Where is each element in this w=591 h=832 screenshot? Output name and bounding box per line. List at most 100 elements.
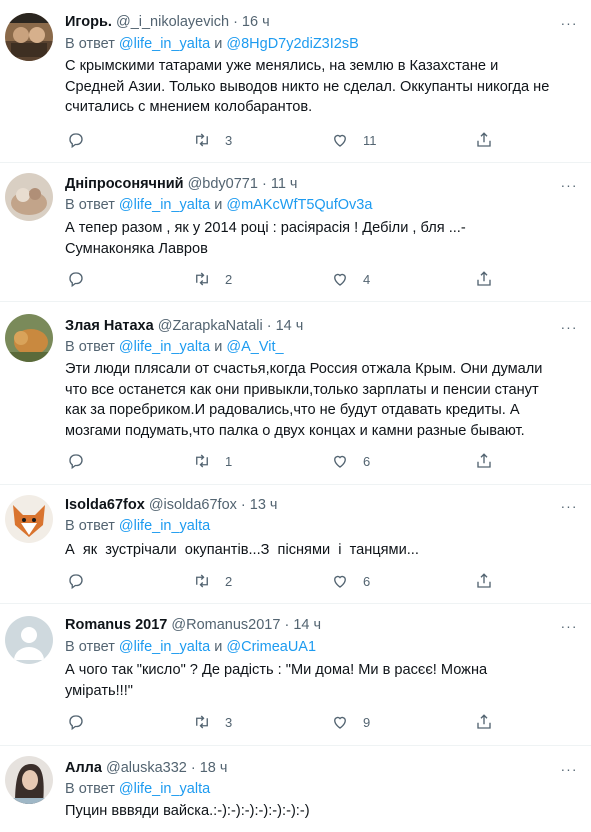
user-handle[interactable]: @_i_nikolayevich [116,14,229,30]
more-icon[interactable]: ··· [559,16,579,32]
share-icon [477,132,491,147]
tweet-header: Romanus 2017 @Romanus2017 · 14 ч [65,616,321,634]
like-button[interactable]: 6 [331,571,370,591]
tweet-header: Дніпросонячний @bdy0771 · 11 ч [65,175,297,193]
avatar[interactable] [5,616,53,664]
retweet-icon [196,454,208,468]
retweet-count: 3 [225,132,233,148]
share-button[interactable] [475,269,493,289]
user-handle[interactable]: @ZarapkaNatali [158,318,263,334]
retweet-button[interactable]: 2 [193,269,232,289]
tweet[interactable]: Дніпросонячний @bdy0771 · 11 ч ··· В отв… [0,163,591,302]
user-handle[interactable]: @bdy0771 [188,176,258,192]
tweet-time[interactable]: · 13 ч [241,497,278,513]
retweet-icon [196,272,208,286]
tweet-time[interactable]: · 14 ч [284,617,321,633]
reply-icon [69,133,83,149]
reply-button[interactable] [67,451,85,471]
retweet-icon [196,133,208,147]
tweet-header: Игорь. @_i_nikolayevich · 16 ч [65,13,270,31]
reply-button[interactable] [67,712,85,732]
like-button[interactable]: 11 [331,130,377,150]
reply-user-link[interactable]: @life_in_yalta [119,639,210,655]
retweet-button[interactable]: 1 [193,451,232,471]
avatar-image [5,314,53,362]
reply-user-link[interactable]: @A_Vit_ [226,339,283,355]
share-icon [477,271,491,286]
like-count: 6 [363,453,371,469]
more-icon[interactable]: ··· [559,320,579,336]
reply-icon [69,574,83,590]
tweet[interactable]: Romanus 2017 @Romanus2017 · 14 ч ··· В о… [0,604,591,746]
avatar-image [5,616,53,664]
tweet-time[interactable]: · 18 ч [191,760,228,776]
retweet-button[interactable]: 3 [193,712,232,732]
like-icon [334,455,346,468]
retweet-count: 3 [225,714,233,730]
reply-user-link[interactable]: @life_in_yalta [119,36,210,52]
user-name[interactable]: Злая Натаха [65,318,154,334]
tweet-text: Пуцин вввяди вайска.:-):-):-):-):-):-):-… [65,803,310,819]
avatar[interactable] [5,314,53,362]
more-icon[interactable]: ··· [559,178,579,194]
reply-user-link[interactable]: @life_in_yalta [119,339,210,355]
share-button[interactable] [475,712,493,732]
reply-user-link[interactable]: @life_in_yalta [119,781,210,797]
tweet-header: Алла @aluska332 · 18 ч [65,759,227,777]
tweet[interactable]: Игорь. @_i_nikolayevich · 16 ч ··· В отв… [0,0,591,163]
tweet-actions: 2 4 [65,269,505,289]
like-button[interactable]: 4 [331,269,370,289]
like-button[interactable]: 6 [331,451,370,471]
retweet-count: 1 [225,453,233,469]
reply-user-link[interactable]: @8HgD7y2diZ3I2sB [226,36,358,52]
tweet-text: С крымскими татарами уже менялись, на зе… [65,58,550,115]
share-button[interactable] [475,571,493,591]
like-count: 6 [363,573,371,589]
avatar[interactable] [5,13,53,61]
avatar[interactable] [5,756,53,804]
reply-button[interactable] [67,269,85,289]
reply-user-link[interactable]: @mAKcWfT5QufOv3a [226,197,372,213]
tweet-time[interactable]: · 16 ч [233,14,270,30]
user-name[interactable]: Isolda67fox [65,497,145,513]
user-name[interactable]: Алла [65,760,102,776]
tweet-time[interactable]: · 14 ч [267,318,304,334]
tweet-time[interactable]: · 11 ч [262,176,298,192]
reply-context: В ответ @life_in_yalta и @mAKcWfT5QufOv3… [65,197,373,213]
avatar-image [5,13,53,61]
tweet[interactable]: Злая Натаха @ZarapkaNatali · 14 ч ··· В … [0,302,591,485]
user-name[interactable]: Игорь. [65,14,112,30]
user-name[interactable]: Дніпросонячний [65,176,184,192]
user-handle[interactable]: @aluska332 [106,760,187,776]
reply-user-link[interactable]: @life_in_yalta [119,518,210,534]
user-handle[interactable]: @isolda67fox [149,497,237,513]
avatar-image [5,173,53,221]
retweet-button[interactable]: 2 [193,571,232,591]
retweet-icon [196,715,208,729]
tweet-actions: 3 9 [65,712,505,732]
reply-icon [69,454,83,470]
user-handle[interactable]: @Romanus2017 [171,617,280,633]
reply-button[interactable] [67,571,85,591]
tweet-actions: 2 6 [65,571,505,591]
tweet[interactable]: Isolda67fox @isolda67fox · 13 ч ··· В от… [0,485,591,604]
avatar[interactable] [5,173,53,221]
more-icon[interactable]: ··· [559,499,579,515]
like-count: 4 [363,271,371,287]
avatar[interactable] [5,495,53,543]
tweet-actions: 3 11 [65,130,505,150]
tweet-header: Isolda67fox @isolda67fox · 13 ч [65,496,278,514]
like-button[interactable]: 9 [331,712,370,732]
share-button[interactable] [475,130,493,150]
more-icon[interactable]: ··· [559,762,579,778]
reply-context: В ответ @life_in_yalta и @A_Vit_ [65,339,284,355]
reply-button[interactable] [67,130,85,150]
tweet[interactable]: Алла @aluska332 · 18 ч ··· В ответ @life… [0,746,591,832]
more-icon[interactable]: ··· [559,619,579,635]
retweet-button[interactable]: 3 [193,130,232,150]
avatar-image [5,495,53,543]
reply-user-link[interactable]: @life_in_yalta [119,197,210,213]
share-button[interactable] [475,451,493,471]
reply-user-link[interactable]: @CrimeaUA1 [226,639,316,655]
user-name[interactable]: Romanus 2017 [65,617,167,633]
